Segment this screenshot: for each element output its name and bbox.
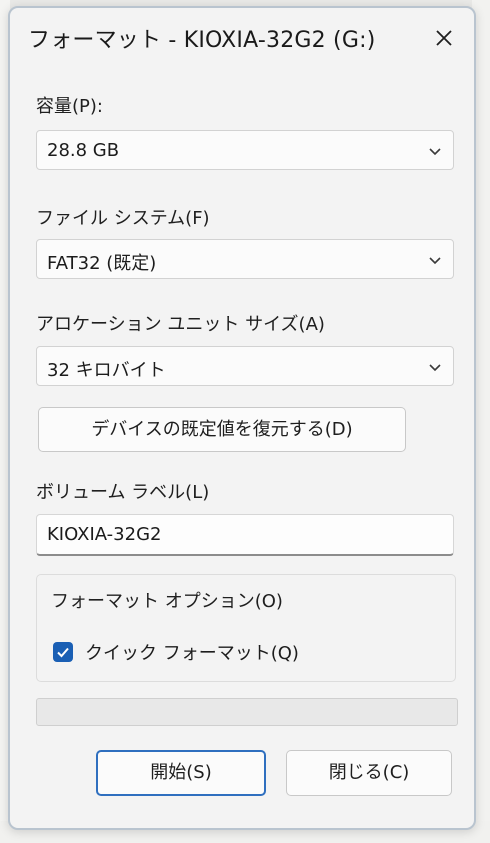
restore-defaults-button[interactable]: デバイスの既定値を復元する(D): [38, 407, 406, 452]
allocation-unit-value: 32 キロバイト: [47, 360, 166, 381]
close-window-button[interactable]: [426, 20, 462, 56]
format-dialog: フォーマット - KIOXIA-32G2 (G:) 容量(P): 28.8 GB…: [8, 6, 476, 830]
volume-label-input[interactable]: KIOXIA-32G2: [36, 514, 454, 556]
window-title: フォーマット - KIOXIA-32G2 (G:): [28, 28, 376, 53]
close-button[interactable]: 閉じる(C): [286, 750, 452, 796]
capacity-value: 28.8 GB: [47, 140, 120, 161]
quick-format-checkbox[interactable]: [53, 642, 73, 662]
title-bar[interactable]: フォーマット - KIOXIA-32G2 (G:): [10, 8, 474, 68]
allocation-unit-label: アロケーション ユニット サイズ(A): [36, 314, 325, 335]
close-icon: [436, 30, 452, 46]
format-options-title: フォーマット オプション(O): [51, 591, 283, 612]
allocation-unit-select[interactable]: 32 キロバイト: [36, 346, 454, 386]
volume-label-label: ボリューム ラベル(L): [36, 482, 210, 503]
quick-format-option[interactable]: クイック フォーマット(Q): [53, 639, 299, 665]
start-button[interactable]: 開始(S): [96, 750, 266, 796]
file-system-select[interactable]: FAT32 (既定): [36, 239, 454, 279]
checkmark-icon: [57, 647, 69, 658]
capacity-select[interactable]: 28.8 GB: [36, 130, 454, 170]
format-progress-bar: [36, 698, 458, 726]
chevron-down-icon: [429, 148, 441, 156]
capacity-label: 容量(P):: [36, 96, 103, 117]
format-options-group: フォーマット オプション(O) クイック フォーマット(Q): [36, 574, 456, 682]
file-system-label: ファイル システム(F): [36, 208, 210, 229]
file-system-value: FAT32 (既定): [47, 253, 157, 274]
chevron-down-icon: [429, 257, 441, 265]
chevron-down-icon: [429, 364, 441, 372]
quick-format-label: クイック フォーマット(Q): [85, 643, 299, 664]
